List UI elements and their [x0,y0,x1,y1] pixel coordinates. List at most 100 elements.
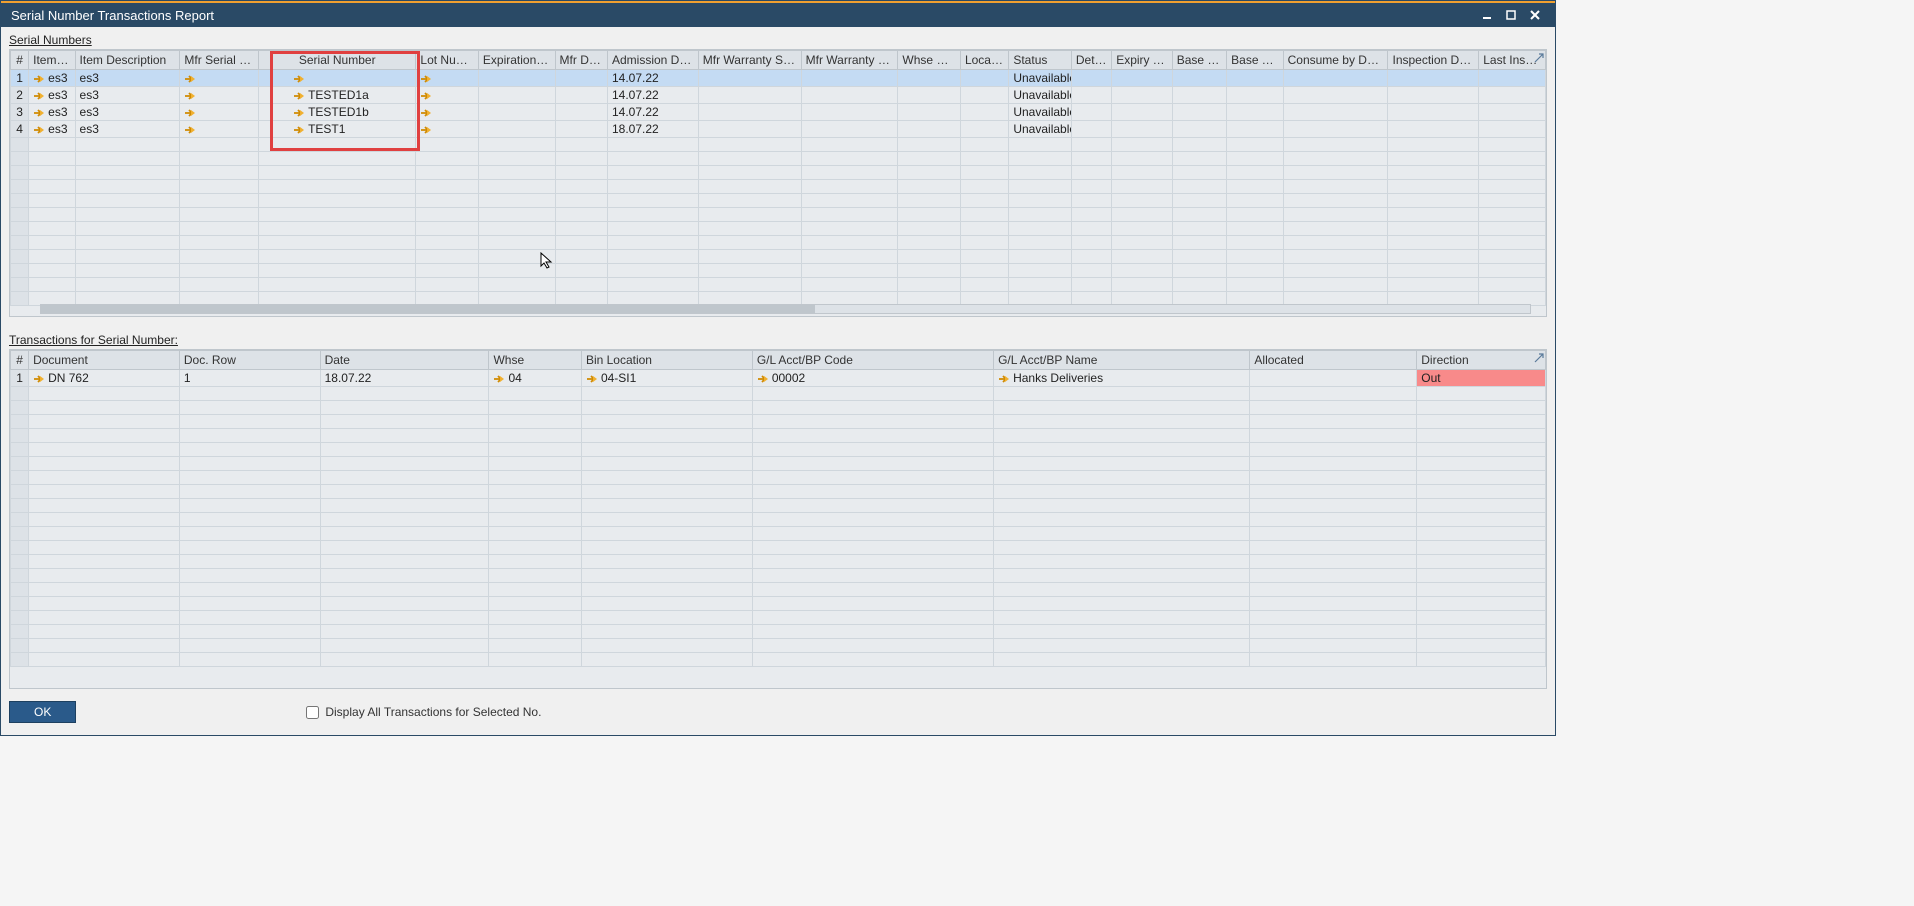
transactions-grid[interactable]: #DocumentDoc. RowDateWhseBin LocationG/L… [9,349,1547,689]
column-header[interactable]: Inspection Date [1388,51,1479,70]
cell [416,70,479,87]
column-header[interactable]: Location [960,51,1008,70]
cell [416,87,479,104]
cell: 1 [179,370,320,387]
cell: es3 [29,104,75,121]
serial-numbers-grid[interactable]: #Item No.Item DescriptionMfr Serial No.S… [9,49,1547,317]
cell [1479,87,1546,104]
display-all-checkbox-input[interactable] [306,706,319,719]
column-header[interactable]: Mfr Serial No. [180,51,259,70]
column-header[interactable]: # [11,351,29,370]
maximize-button[interactable] [1501,6,1521,24]
column-header[interactable]: Whse [489,351,581,370]
cell [1479,104,1546,121]
table-row [11,569,1546,583]
expand-icon[interactable] [1534,52,1544,62]
column-header[interactable]: Whse Code [898,51,961,70]
cell [960,104,1008,121]
content-area: Serial Numbers #Item No.Item Description… [1,27,1555,735]
cell: Unavailable [1009,70,1072,87]
title-bar: Serial Number Transactions Report [1,1,1555,27]
table-row [11,264,1546,278]
cell: 04 [489,370,581,387]
cell [1112,121,1173,138]
cell [1250,370,1417,387]
cell: 14.07.22 [607,70,698,87]
column-header[interactable]: Item Description [75,51,180,70]
column-header[interactable]: G/L Acct/BP Code [752,351,993,370]
cell: Unavailable [1009,121,1072,138]
table-row[interactable]: 1es3es314.07.22Unavailable [11,70,1546,87]
column-header[interactable]: Serial Number [259,51,416,70]
cell: 14.07.22 [607,87,698,104]
cell: es3 [75,87,180,104]
cell: 3 [11,104,29,121]
column-header[interactable]: Document [29,351,180,370]
cell [960,70,1008,87]
column-header[interactable]: Date [320,351,489,370]
cell: 18.07.22 [607,121,698,138]
expand-icon[interactable] [1534,352,1544,362]
scrollbar-thumb[interactable] [41,305,815,313]
table-row[interactable]: 2es3es3TESTED1a14.07.22Unavailable [11,87,1546,104]
column-header[interactable]: Consume by Date [1283,51,1388,70]
cell [1071,104,1111,121]
cell: 18.07.22 [320,370,489,387]
cell [1071,70,1111,87]
cell: 04-SI1 [581,370,752,387]
column-header[interactable]: G/L Acct/BP Name [994,351,1250,370]
minimize-button[interactable] [1477,6,1497,24]
column-header[interactable]: Mfr Warranty Start [698,51,801,70]
table-row [11,152,1546,166]
cell [898,70,961,87]
cell [555,121,607,138]
cell [898,104,961,121]
table-row[interactable]: 1DN 762118.07.220404-SI100002Hanks Deliv… [11,370,1546,387]
column-header[interactable]: Expiration Date [478,51,555,70]
column-header[interactable]: Direction [1417,351,1546,370]
cell [1227,104,1283,121]
column-header[interactable]: Lot Number [416,51,479,70]
cell: 2 [11,87,29,104]
column-header[interactable]: Bin Location [581,351,752,370]
column-header[interactable]: Status [1009,51,1072,70]
ok-button[interactable]: OK [9,701,76,723]
cell [1388,70,1479,87]
column-header[interactable]: Item No. [29,51,75,70]
cell [259,70,416,87]
table-row [11,415,1546,429]
cell [1172,121,1226,138]
table-row [11,457,1546,471]
table-row [11,166,1546,180]
table-row[interactable]: 3es3es3TESTED1b14.07.22Unavailable [11,104,1546,121]
cell [555,70,607,87]
cell [1112,70,1173,87]
table-row [11,653,1546,667]
column-header[interactable]: Details [1071,51,1111,70]
report-window: Serial Number Transactions Report Serial… [0,0,1556,736]
table-row [11,194,1546,208]
cell: 00002 [752,370,993,387]
column-header[interactable]: Admission Date [607,51,698,70]
column-header[interactable]: Mfr Date [555,51,607,70]
column-header[interactable]: Mfr Warranty End [801,51,898,70]
cell: es3 [29,87,75,104]
close-button[interactable] [1525,6,1545,24]
column-header[interactable]: Allocated [1250,351,1417,370]
column-header[interactable]: Doc. Row [179,351,320,370]
cell [698,87,801,104]
cell [1071,87,1111,104]
column-header[interactable]: Base Type [1227,51,1283,70]
table-row [11,639,1546,653]
cell [1227,87,1283,104]
column-header[interactable]: Base Entry [1172,51,1226,70]
column-header[interactable]: # [11,51,29,70]
column-header[interactable]: Expiry Time [1112,51,1173,70]
cell [960,121,1008,138]
table-row[interactable]: 4es3es3TEST118.07.22Unavailable [11,121,1546,138]
display-all-transactions-checkbox[interactable]: Display All Transactions for Selected No… [306,705,541,719]
cell [478,104,555,121]
horizontal-scrollbar[interactable] [40,304,1531,314]
footer-bar: OK Display All Transactions for Selected… [9,689,1547,727]
table-row [11,278,1546,292]
